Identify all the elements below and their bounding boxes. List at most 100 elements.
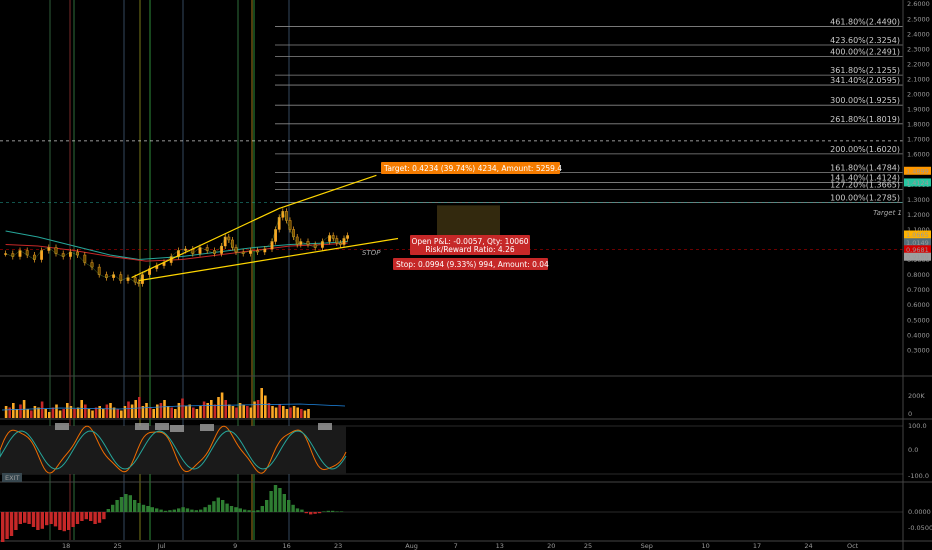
osc-signal-marker: [135, 423, 149, 430]
stop-label: STOP: [362, 249, 381, 257]
price-badge-label: 1.4124: [906, 179, 929, 187]
hist-bar: [203, 507, 207, 512]
volume-bar: [296, 407, 299, 418]
hist-bar: [31, 512, 36, 527]
volume-bar: [177, 403, 181, 418]
hist-bar: [287, 500, 291, 512]
fib-level-label: 423.60%(2.3254): [830, 36, 900, 45]
time-tick-label: 25: [113, 542, 121, 550]
time-tick-label: 18: [62, 542, 70, 550]
volume-bar: [249, 407, 253, 418]
price-tick-label: 1.2000: [907, 211, 930, 219]
target-box-text: Target: 0.4234 (39.74%) 4234, Amount: 52…: [383, 164, 562, 173]
time-tick-label: 7: [454, 542, 458, 550]
volume-bar: [181, 398, 184, 418]
time-tick-label: 25: [584, 542, 592, 550]
volume-tick-label: 0: [908, 410, 912, 418]
volume-bar: [58, 410, 62, 418]
hist-bar: [102, 512, 106, 520]
volume-bar: [152, 409, 155, 418]
volume-bar: [148, 407, 152, 418]
volume-bar: [134, 400, 137, 418]
candle-body: [285, 211, 288, 221]
volume-bar: [242, 404, 245, 418]
hist-bar: [216, 497, 220, 512]
hist-bar: [326, 510, 330, 512]
candle-body: [277, 217, 281, 230]
hist-bar: [5, 512, 9, 539]
volume-bar: [84, 404, 87, 418]
hist-bar: [49, 512, 53, 524]
hist-bar: [14, 512, 18, 530]
volume-bar: [123, 406, 127, 418]
hist-bar: [80, 512, 84, 521]
volume-bar: [307, 409, 310, 418]
price-tick-label: 0.8000: [907, 271, 930, 279]
trading-chart[interactable]: 461.80%(2.4490) 423.60%(2.3254) 400.00%(2.…: [0, 0, 932, 550]
hist-bar: [137, 503, 141, 512]
fib-level-label: 461.80%(2.4490): [830, 17, 900, 26]
volume-bar: [224, 400, 227, 418]
hist-bar: [71, 512, 75, 527]
volume-bar: [282, 406, 285, 418]
volume-bar: [231, 406, 235, 418]
time-tick-label: Sep: [641, 542, 653, 550]
hist-bar: [260, 506, 264, 512]
hist-bar: [212, 501, 216, 512]
hist-bar: [36, 512, 40, 530]
time-tick-label: Oct: [847, 542, 859, 550]
price-tick-label: 2.2000: [907, 60, 930, 68]
time-tick-label: 13: [496, 542, 504, 550]
candle-body: [140, 274, 144, 284]
volume-bar: [163, 400, 166, 418]
fib-level-label: 341.40%(2.0595): [830, 76, 900, 85]
price-tick-label: 2.6000: [907, 0, 930, 8]
volume-bar: [80, 400, 83, 418]
hist-bar: [106, 509, 110, 512]
volume-bar: [109, 403, 112, 418]
volume-bar: [159, 403, 163, 418]
hist-bar: [295, 508, 300, 512]
price-tick-label: 2.0000: [907, 91, 930, 99]
volume-bar: [246, 406, 249, 418]
volume-bar: [33, 406, 37, 418]
price-tick-label: 0.6000: [907, 301, 930, 309]
volume-bar: [228, 404, 231, 418]
volume-bar: [184, 406, 188, 418]
hist-bar: [23, 512, 27, 523]
hist-bar: [207, 504, 212, 512]
candle-body: [288, 220, 292, 230]
hist-bar: [199, 509, 203, 512]
volume-bar: [87, 409, 91, 418]
fib-level-label: 400.00%(2.2491): [830, 48, 900, 57]
volume-bar: [76, 407, 80, 418]
hist-bar: [190, 509, 194, 512]
fib-level-label: 200.00%(1.6020): [830, 145, 900, 154]
hist-bar: [62, 512, 66, 532]
volume-bar: [44, 409, 47, 418]
volume-bar: [8, 407, 11, 418]
volume-bar: [55, 404, 58, 418]
volume-bar: [48, 412, 51, 418]
hist-bar: [146, 506, 150, 512]
volume-bar: [62, 409, 65, 418]
price-tick-label: 0.4000: [907, 331, 930, 339]
volume-bar: [26, 409, 29, 418]
hist-bar: [67, 512, 71, 530]
hist-bar: [18, 512, 22, 524]
hist-bar: [163, 510, 168, 512]
hist-bar: [89, 512, 93, 521]
hist-bar: [45, 512, 49, 526]
volume-bar: [202, 401, 206, 418]
volume-bar: [253, 401, 256, 418]
hist-bar: [309, 512, 313, 515]
hist-bar: [335, 511, 339, 512]
hist-bar: [172, 509, 176, 512]
hist-bar: [225, 503, 229, 512]
volume-bar: [66, 403, 69, 418]
time-tick-label: 10: [701, 542, 709, 550]
hist-bar: [177, 508, 181, 512]
hist-bar: [155, 508, 159, 512]
hist-bar: [128, 495, 132, 512]
target1-label: Target 1: [873, 209, 902, 217]
